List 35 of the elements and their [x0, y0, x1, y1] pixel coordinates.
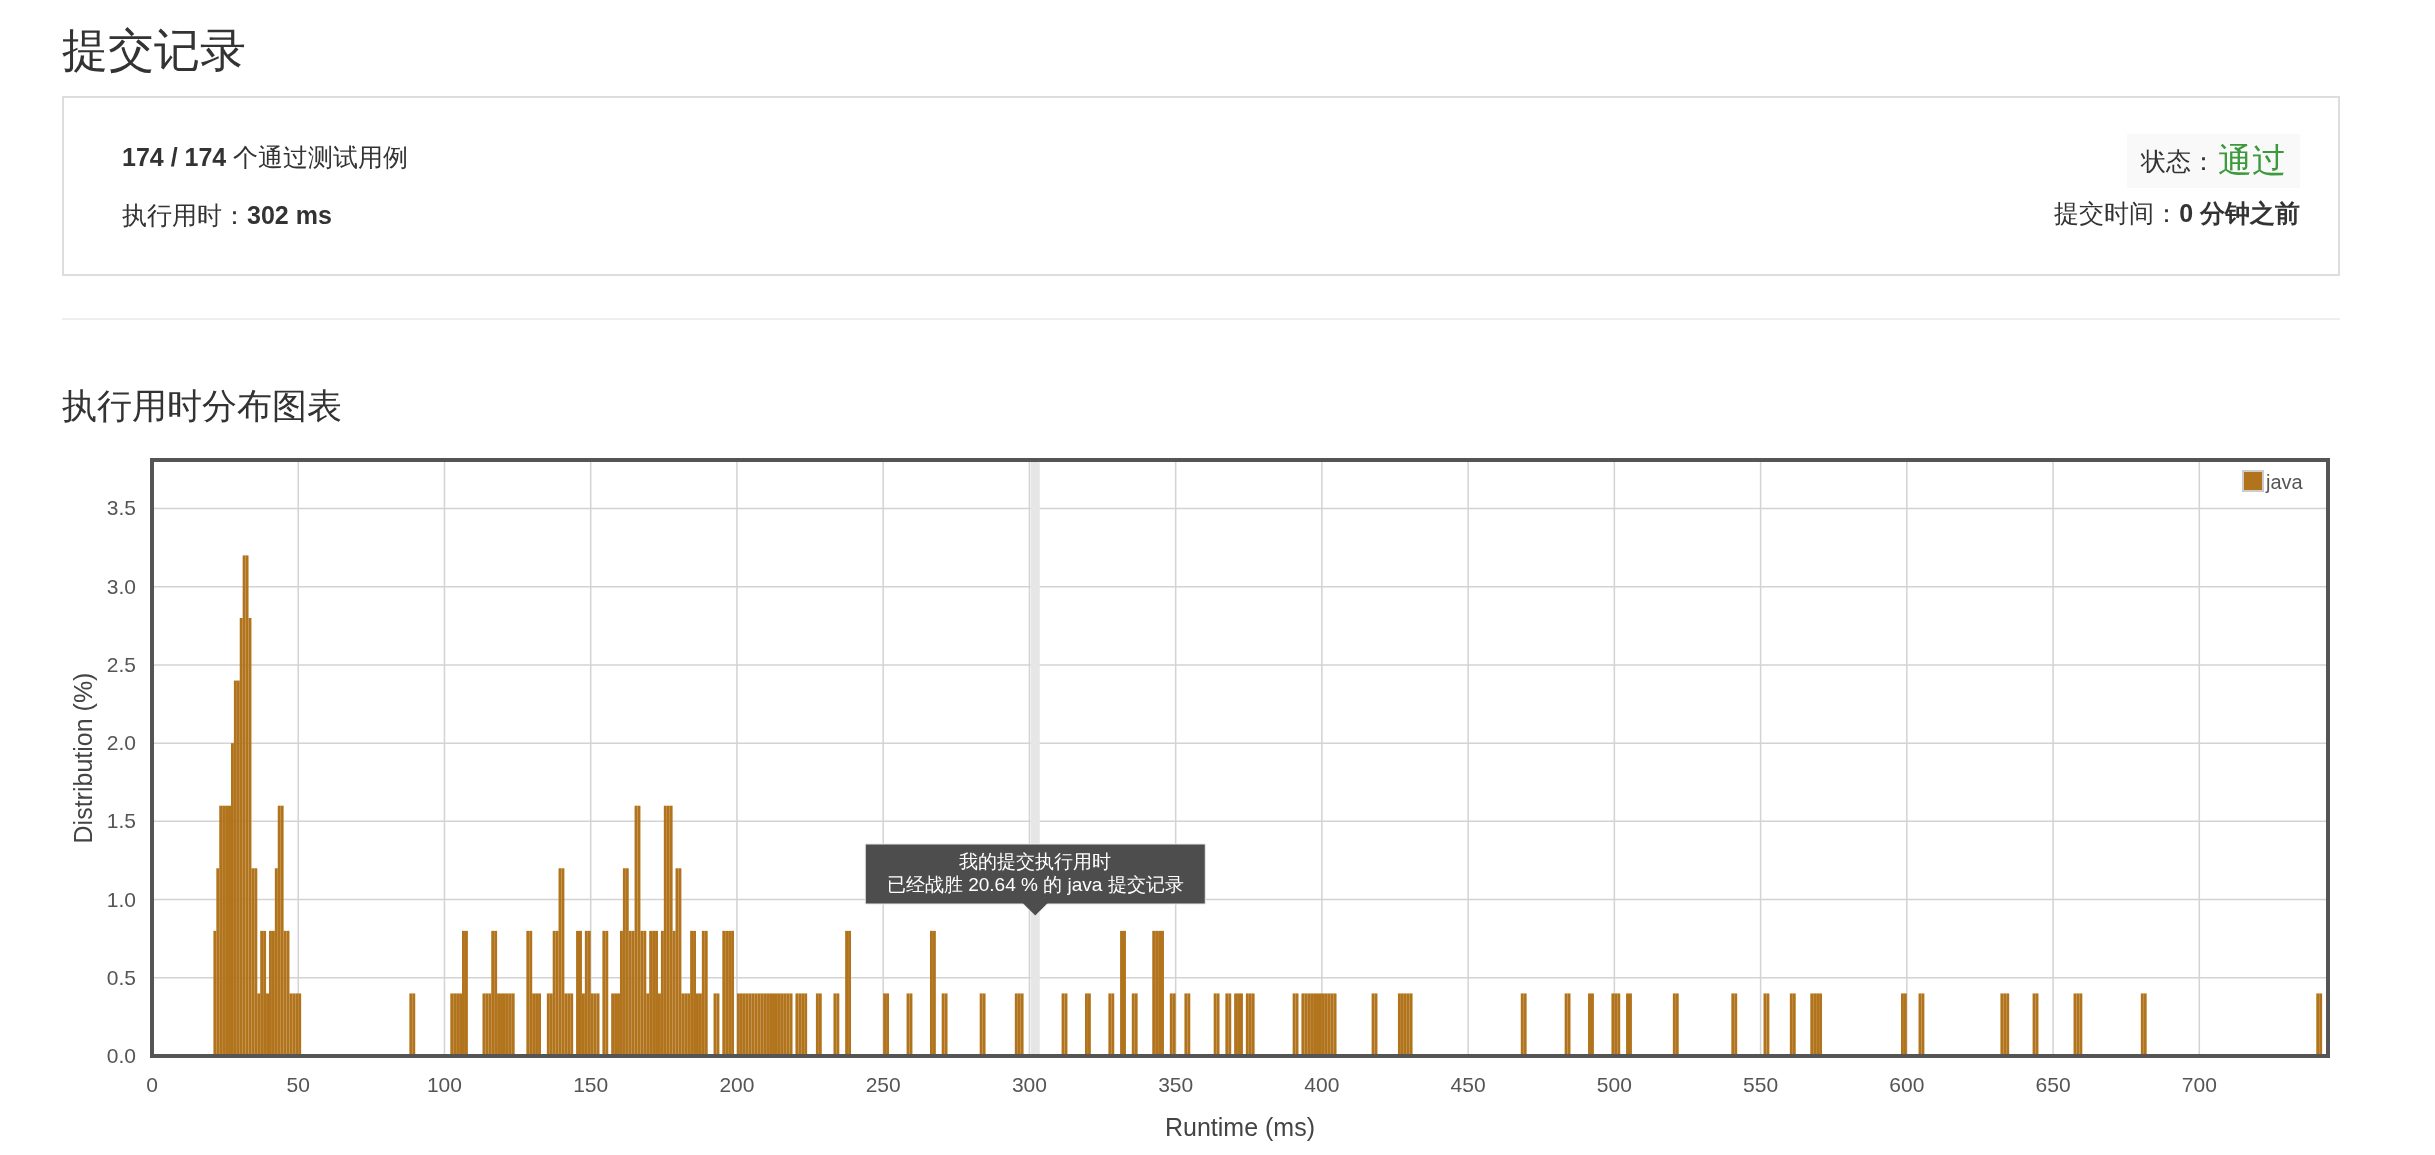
status-value: 通过	[2218, 140, 2286, 181]
axis-tick-label: 350	[1158, 1073, 1194, 1096]
section-title: 执行用时分布图表	[62, 385, 343, 427]
page-title: 提交记录	[62, 23, 247, 78]
runtime-text: 执行用时：302 ms	[122, 200, 333, 231]
axis-tick-label: 2.5	[106, 652, 136, 676]
axis-tick-label: 50	[286, 1073, 310, 1096]
tooltip-text: 我的提交执行用时	[959, 851, 1112, 872]
axis-title: Runtime (ms)	[1165, 1113, 1315, 1141]
axis-tick-label: 1.0	[106, 887, 136, 911]
axis-tick-label: 1.5	[106, 809, 136, 833]
axis-tick-label: 500	[1596, 1073, 1632, 1096]
axis-tick-label: 0.0	[106, 1044, 136, 1067]
axis-tick-label: 650	[2035, 1073, 2071, 1096]
axis-tick-label: 0.5	[106, 965, 136, 989]
axis-tick-label: 3.0	[106, 574, 136, 598]
axis-tick-label: 150	[573, 1073, 609, 1096]
axis-tick-label: 450	[1450, 1073, 1486, 1096]
axis-tick-label: 700	[2181, 1073, 2217, 1096]
axis-tick-label: 0	[146, 1073, 158, 1096]
axis-tick-label: 400	[1304, 1073, 1340, 1096]
legend-label: java	[2266, 471, 2303, 493]
status-label: 状态：	[2141, 145, 2216, 177]
submit-time-text: 提交时间：0 分钟之前	[2054, 198, 2300, 229]
axis-title: Distribution (%)	[69, 672, 97, 844]
axis-tick-label: 2.0	[106, 731, 136, 755]
axis-tick-label: 550	[1743, 1073, 1779, 1096]
test-cases-text: 174 / 174 个通过测试用例	[122, 142, 409, 173]
axis-tick-label: 100	[426, 1073, 462, 1096]
axis-tick-label: 300	[1011, 1073, 1047, 1096]
tooltip-text: 已经战胜 20.64 % 的 java 提交记录	[886, 874, 1184, 895]
axis-tick-label: 600	[1889, 1073, 1925, 1096]
axis-tick-label: 200	[719, 1073, 755, 1096]
axis-tick-label: 250	[865, 1073, 901, 1096]
axis-tick-label: 3.5	[106, 496, 136, 520]
